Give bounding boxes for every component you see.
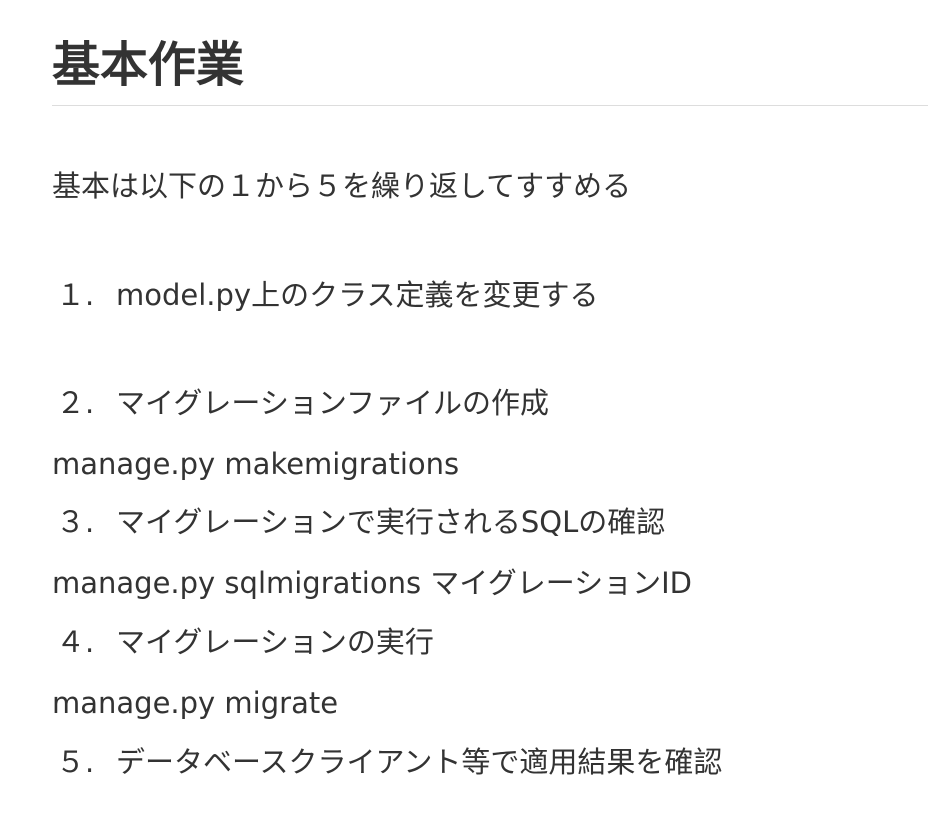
step-4: ４. マイグレーションの実行 [52,622,434,662]
step-5: ５. データベースクライアント等で適用結果を確認 [52,742,722,782]
step-number: ３. [56,505,95,539]
heading-divider [52,105,928,106]
step-number: ５. [56,745,95,779]
step-number: ４. [56,625,95,659]
document: 基本作業 基本は以下の１から５を繰り返してすすめる １. model.py上のクラ… [0,0,928,836]
page-title: 基本作業 [52,37,245,93]
step-2: ２. マイグレーションファイルの作成 [52,383,549,423]
intro-text: 基本は以下の１から５を繰り返してすすめる [52,169,632,203]
step-3: ３. マイグレーションで実行されるSQLの確認 [52,502,665,542]
step-text: マイグレーションの実行 [116,625,434,659]
step-text: マイグレーションファイルの作成 [116,386,549,420]
step-text: マイグレーションで実行されるSQLの確認 [116,505,666,539]
step-1: １. model.py上のクラス定義を変更する [52,275,599,315]
step-number: １. [56,278,95,312]
step-text: データベースクライアント等で適用結果を確認 [116,745,723,779]
command-sqlmigrations: manage.py sqlmigrations マイグレーションID [52,566,693,600]
command-makemigrations: manage.py makemigrations [52,447,460,481]
step-text: model.py上のクラス定義を変更する [116,278,599,312]
step-number: ２. [56,386,95,420]
command-migrate: manage.py migrate [52,686,339,720]
